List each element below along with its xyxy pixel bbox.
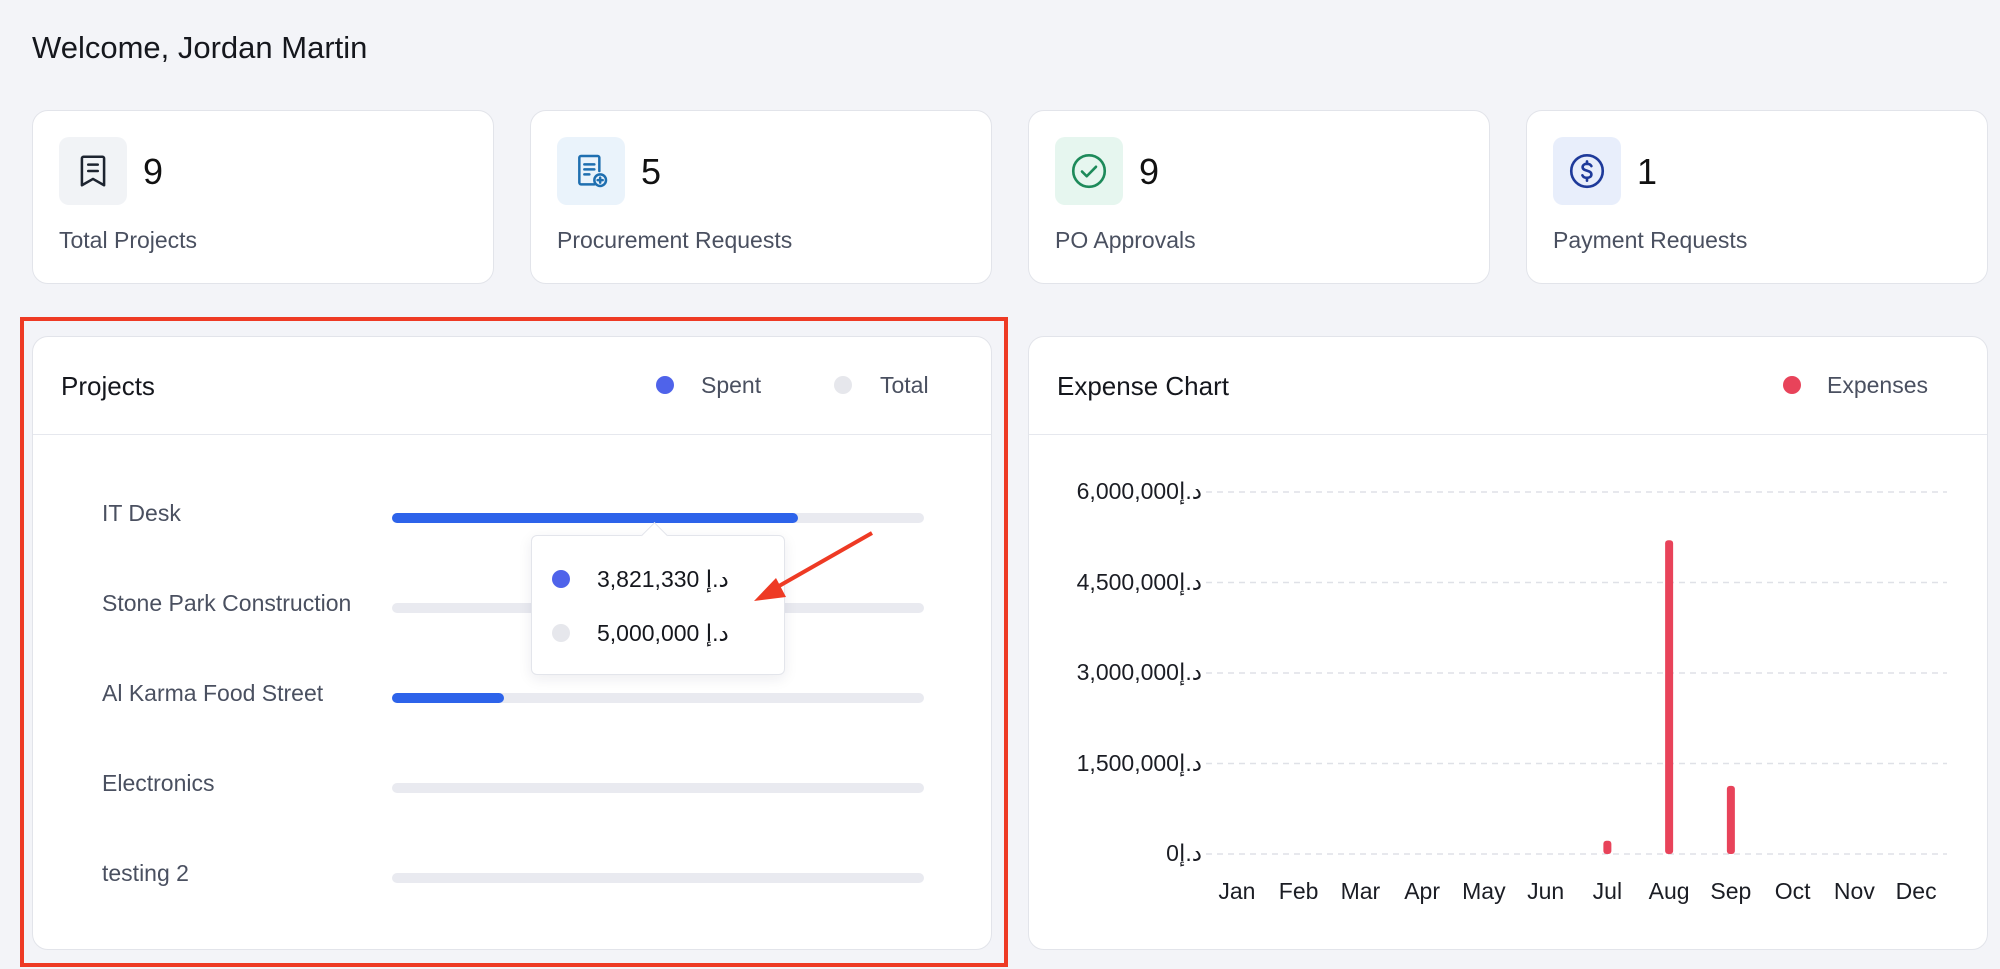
x-tick-label: Oct (1774, 878, 1811, 904)
x-tick-label: Jul (1592, 878, 1623, 904)
x-tick-label: May (1462, 878, 1506, 904)
x-tick-label: Aug (1648, 878, 1690, 904)
y-tick-label: 4,500,000د.إ (1076, 568, 1202, 595)
x-tick-label: Jun (1527, 878, 1565, 904)
x-tick-label: Feb (1278, 878, 1319, 904)
expense-chart-plot (1206, 491, 1947, 855)
x-tick-label: Nov (1833, 878, 1875, 904)
expense-bar[interactable] (1603, 840, 1612, 854)
x-tick-label: Sep (1710, 878, 1752, 904)
y-tick-label: 0د.إ (1166, 840, 1202, 866)
y-tick-label: 6,000,000د.إ (1076, 478, 1202, 504)
expense-bar[interactable] (1665, 540, 1674, 854)
y-tick-label: 3,000,000د.إ (1076, 659, 1202, 685)
y-tick-label: 1,500,000د.إ (1076, 749, 1202, 776)
x-tick-label: Jan (1218, 878, 1256, 904)
x-tick-label: Mar (1340, 878, 1381, 904)
expense-bar[interactable] (1726, 785, 1735, 854)
x-tick-label: Dec (1895, 878, 1937, 904)
x-tick-label: Apr (1404, 878, 1441, 904)
